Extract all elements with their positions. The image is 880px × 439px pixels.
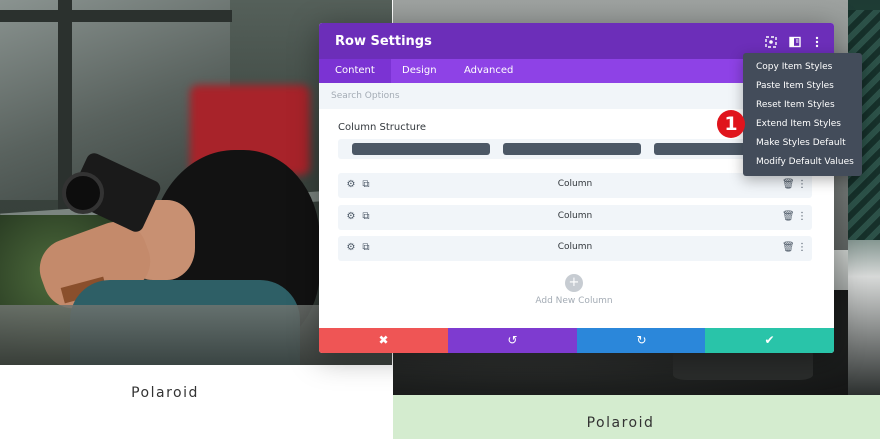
menu-item-paste-item-styles[interactable]: Paste Item Styles [756, 81, 834, 91]
save-button[interactable]: ✔ [705, 328, 834, 353]
add-column-button[interactable]: + [565, 274, 583, 292]
step-badge: 1 [717, 110, 745, 138]
modal-title: Row Settings [335, 34, 432, 49]
trash-icon[interactable]: 🗑 [782, 179, 795, 191]
search-options-input[interactable] [331, 87, 731, 105]
menu-item-copy-item-styles[interactable]: Copy Item Styles [756, 62, 832, 72]
more-vertical-icon[interactable]: ⋮ [796, 179, 808, 191]
split-view-icon[interactable] [788, 34, 802, 48]
column-row-2[interactable]: ⚙ ⧉ Column 🗑 ⋮ [338, 205, 812, 230]
column-structure-selector[interactable] [338, 139, 812, 159]
more-vertical-icon[interactable]: ⋮ [796, 242, 808, 254]
menu-item-modify-default-values[interactable]: Modify Default Values [756, 157, 854, 167]
tab-advanced[interactable]: Advanced [448, 59, 529, 83]
undo-button[interactable]: ↺ [448, 328, 577, 353]
more-vertical-icon[interactable] [810, 34, 824, 48]
column-label: Column [557, 179, 593, 189]
structure-column-2[interactable] [503, 143, 641, 155]
polaroid-caption-right: Polaroid [586, 415, 655, 431]
menu-item-reset-item-styles[interactable]: Reset Item Styles [756, 100, 835, 110]
tab-content[interactable]: Content [319, 59, 391, 83]
column-row-1[interactable]: ⚙ ⧉ Column 🗑 ⋮ [338, 173, 812, 198]
more-vertical-icon[interactable]: ⋮ [796, 211, 808, 223]
column-label: Column [557, 242, 593, 252]
polaroid-caption-left: Polaroid [131, 385, 199, 401]
menu-item-extend-item-styles[interactable]: Extend Item Styles [756, 119, 841, 129]
column-row-3[interactable]: ⚙ ⧉ Column 🗑 ⋮ [338, 236, 812, 261]
tab-design[interactable]: Design [386, 59, 453, 83]
trash-icon[interactable]: 🗑 [782, 211, 795, 223]
menu-item-make-styles-default[interactable]: Make Styles Default [756, 138, 846, 148]
trash-icon[interactable]: 🗑 [782, 242, 795, 254]
target-icon[interactable] [764, 34, 778, 48]
add-column-label[interactable]: Add New Column [319, 296, 829, 306]
modal-footer: ✖ ↺ ↻ ✔ [319, 328, 834, 353]
item-styles-context-menu: Copy Item Styles Paste Item Styles Reset… [743, 53, 862, 176]
column-label: Column [557, 211, 593, 221]
cancel-button[interactable]: ✖ [319, 328, 448, 353]
redo-button[interactable]: ↻ [577, 328, 706, 353]
column-structure-label: Column Structure [338, 122, 426, 133]
structure-column-1[interactable] [352, 143, 490, 155]
